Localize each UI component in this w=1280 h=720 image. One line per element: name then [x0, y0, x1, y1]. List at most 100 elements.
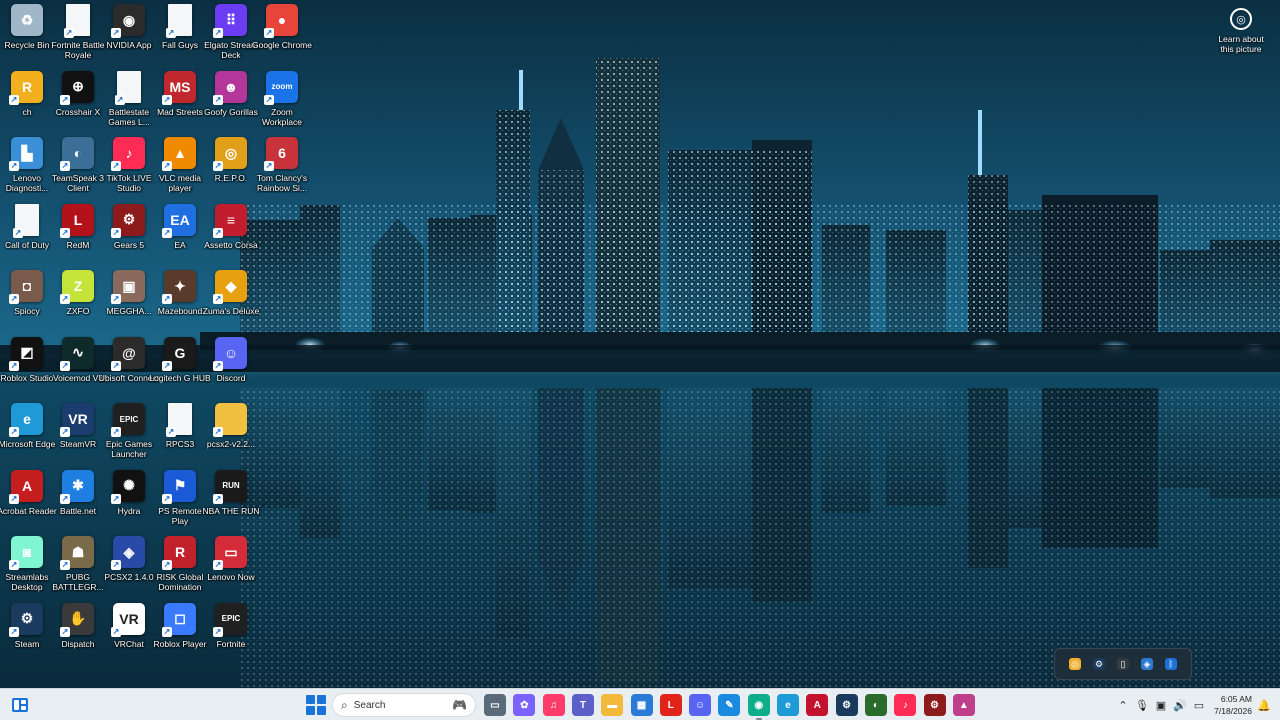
learn-about-picture-button[interactable]: ◎ Learn about this picture [1212, 8, 1270, 54]
shortcut-arrow-icon: ↗ [264, 161, 274, 171]
desktop-icon-label: Discord [216, 372, 246, 383]
desktop-icon-label: Fortnite [216, 638, 246, 649]
shortcut-arrow-icon: ↗ [111, 560, 121, 570]
ai-app-icon[interactable]: ◉ [747, 694, 770, 720]
lenovo-icon[interactable]: L [659, 694, 682, 716]
notification-bell-icon[interactable]: 🔔 [1256, 697, 1272, 713]
shortcut-arrow-icon: ↗ [111, 626, 121, 637]
steam-tray-icon[interactable]: ⚙ [1093, 658, 1105, 670]
risk-icon: R ↗ [162, 536, 196, 570]
shortcut-arrow-icon: ↗ [213, 427, 223, 437]
shortcut-arrow-icon: ↗ [166, 427, 176, 437]
tiktok-icon[interactable]: ♪ [894, 694, 917, 716]
roblox-player-icon: ◻ ↗ [162, 602, 196, 637]
edge-icon: e ↗ [9, 403, 43, 437]
zoom-icon: zoom ↗ [264, 70, 298, 105]
start-button[interactable] [306, 695, 326, 715]
desktop-icon[interactable]: ◆ ↗ Zuma's Deluxe [200, 270, 262, 334]
mazebound-icon: ✦ ↗ [162, 270, 196, 304]
file-icon: ↗ [64, 4, 90, 38]
pubg-icon: ☗ ↗ [60, 536, 94, 570]
mad-streets-icon: MS ↗ [162, 70, 196, 105]
search-placeholder: Search [353, 699, 386, 711]
adobe-icon[interactable]: A [806, 694, 829, 716]
spiocy-icon: ◘ ↗ [9, 270, 43, 304]
desktop-icon[interactable]: ↗ pcsx2-v2.2... [200, 403, 262, 467]
tiktok-live-icon: ♪ ↗ [111, 137, 145, 171]
file-icon: ↗ [13, 203, 39, 238]
shortcut-arrow-icon: ↗ [213, 294, 223, 304]
desktop-icon[interactable]: 6 ↗ Tom Clancy's Rainbow Si... [251, 137, 313, 201]
shortcut-arrow-icon: ↗ [162, 227, 172, 238]
microsoft-store-icon[interactable]: ▦ [630, 694, 653, 716]
lenovo-diagnostics-icon: ▙ ↗ [9, 137, 43, 171]
taskbar-clock[interactable]: 6:05 AM 7/18/2026 [1206, 693, 1252, 717]
shortcut-arrow-icon: ↗ [60, 560, 70, 570]
gears-icon[interactable]: ⚙ [923, 694, 946, 716]
epic-games-icon: EPIC ↗ [213, 602, 247, 637]
tray-overflow-flyout: ◎ ⚙ ▯ ◈ ᛒ [1054, 648, 1192, 680]
usb-icon[interactable]: ▯ [1117, 658, 1129, 670]
hydra-icon: ✺ ↗ [111, 469, 145, 504]
epic-games-icon: EPIC ↗ [111, 403, 145, 437]
taskbar-search-box[interactable]: ⌕ Search 🎮 [332, 693, 476, 717]
meggha-icon: ▣ ↗ [111, 270, 145, 304]
widgets-button[interactable] [10, 696, 30, 714]
photos-icon[interactable]: ▲ [952, 694, 975, 716]
dispatch-icon: ✋ ↗ [60, 602, 94, 637]
desktop-icon[interactable]: zoom ↗ Zoom Workplace [251, 70, 313, 135]
desktop-icon-label: pcsx2-v2.2... [206, 439, 256, 449]
shortcut-arrow-icon: ↗ [9, 360, 19, 371]
desktop-icon[interactable]: ≡ ↗ Assetto Corsa [200, 203, 262, 268]
bluetooth-icon[interactable]: ᛒ [1165, 658, 1177, 670]
teams-icon[interactable]: T [571, 694, 594, 716]
desktop-icon[interactable]: ▭ ↗ Lenovo Now [200, 536, 262, 600]
shortcut-arrow-icon: ↗ [64, 28, 74, 38]
discord-icon[interactable]: ☺ [689, 694, 712, 716]
chrome-icon: ● ↗ [264, 4, 298, 38]
steam-icon[interactable]: ⚙ [835, 694, 858, 716]
desktop-icon-label: Assetto Corsa [204, 239, 258, 250]
desktop-icon[interactable]: RUN ↗ NBA THE RUN [200, 469, 262, 534]
task-view-icon[interactable]: ▭ [484, 694, 506, 716]
shortcut-arrow-icon: ↗ [166, 28, 176, 38]
shortcut-arrow-icon: ↗ [60, 94, 70, 105]
show-hidden-icons-chevron-icon[interactable]: ⌃ [1114, 696, 1132, 714]
clock-time: 6:05 AM [1220, 694, 1252, 704]
tray-app-icon[interactable]: ◎ [1069, 658, 1081, 670]
shortcut-arrow-icon: ↗ [162, 493, 172, 504]
desktop-icon[interactable]: ☺ ↗ Discord [200, 336, 262, 401]
widgets-icon [12, 698, 28, 712]
security-icon[interactable]: ◈ [1141, 658, 1153, 670]
desktop-icon[interactable]: EPIC ↗ Fortnite [200, 602, 262, 667]
elgato-icon: ⠿ ↗ [213, 4, 247, 38]
xbox-game-bar-icon[interactable]: ◐ [864, 694, 887, 716]
desktop-icon[interactable]: ● ↗ Google Chrome [251, 4, 313, 68]
ea-icon: EA ↗ [162, 203, 196, 238]
lenovo-now-icon: ▭ ↗ [213, 536, 247, 570]
nba-the-run-icon: RUN ↗ [213, 469, 247, 504]
microphone-icon[interactable]: 🎙 [1133, 696, 1151, 714]
shortcut-arrow-icon: ↗ [9, 161, 19, 171]
steamvr-icon: VR ↗ [60, 403, 94, 437]
shortcut-arrow-icon: ↗ [264, 28, 274, 38]
file-explorer-icon[interactable]: ▬ [601, 694, 624, 716]
network-icon[interactable]: ▣ [1152, 696, 1170, 714]
shortcut-arrow-icon: ↗ [213, 360, 223, 371]
redm-icon: L ↗ [60, 203, 94, 238]
shortcut-arrow-icon: ↗ [111, 427, 121, 437]
copilot-icon[interactable]: ✿ [513, 694, 536, 716]
draw-icon[interactable]: ✎ [718, 694, 741, 716]
volume-icon[interactable]: 🔊 [1171, 696, 1189, 714]
ubisoft-icon: @ ↗ [111, 336, 145, 371]
search-highlight-icon: 🎮 [452, 698, 467, 712]
shortcut-arrow-icon: ↗ [9, 294, 19, 304]
taskbar: ⌕ Search 🎮 ▭ ✿ ♫ T ▬ ▦ L ☺ ✎ ◉ e A ⚙ ◐ ♪ ⚙ ▲ ⌃ 🎙 ▣ 🔊 ▭ 6… [0, 688, 1280, 720]
itunes-icon[interactable]: ♫ [542, 694, 565, 716]
shortcut-arrow-icon: ↗ [213, 493, 223, 504]
desktop-icon-label: Google Chrome [251, 40, 312, 50]
shortcut-arrow-icon: ↗ [162, 294, 172, 304]
edge-icon[interactable]: e [777, 694, 799, 716]
clock-date: 7/18/2026 [1214, 706, 1252, 716]
shortcut-arrow-icon: ↗ [111, 28, 121, 38]
